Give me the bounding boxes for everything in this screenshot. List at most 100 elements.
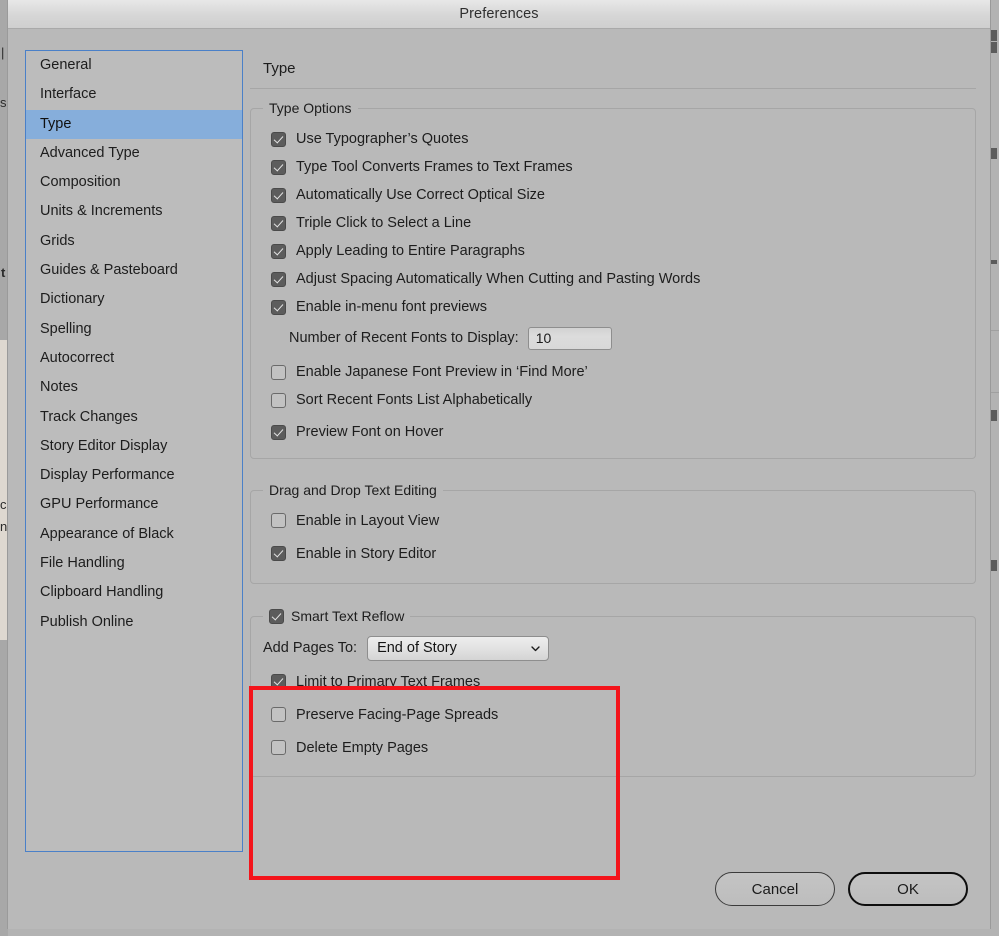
drag-drop-content: Enable in Layout View Enable in Story Edi… bbox=[251, 491, 975, 583]
smart-text-reflow-legend[interactable]: Smart Text Reflow bbox=[263, 608, 411, 624]
dialog-titlebar: Preferences bbox=[8, 0, 990, 29]
type-option-extra-checkbox-1[interactable] bbox=[271, 392, 286, 408]
background-marker bbox=[991, 260, 997, 264]
sidebar-item-clipboard-handling[interactable]: Clipboard Handling bbox=[26, 578, 242, 607]
chevron-down-icon bbox=[531, 645, 540, 651]
background-text-fragment: s bbox=[0, 95, 7, 110]
background-marker bbox=[991, 148, 997, 159]
dialog-body: General Interface Type Advanced Type Composi… bbox=[8, 29, 990, 929]
sidebar-item-type[interactable]: Type bbox=[26, 109, 242, 139]
sidebar-item-autocorrect[interactable]: Autocorrect bbox=[26, 344, 242, 373]
sidebar-item-general[interactable]: General bbox=[26, 51, 242, 80]
add-pages-row: Add Pages To: End of Story bbox=[251, 631, 975, 665]
type-option-checkbox-1[interactable] bbox=[271, 159, 286, 175]
type-option-extra-row[interactable]: Enable Japanese Font Preview in ‘Find Mo… bbox=[251, 358, 975, 386]
type-option-row[interactable]: Triple Click to Select a Line bbox=[251, 209, 975, 237]
preferences-dialog: Preferences General Interface Type Advanced… bbox=[8, 0, 990, 929]
background-marker bbox=[991, 42, 997, 53]
add-pages-selected-value: End of Story bbox=[377, 640, 457, 656]
sidebar-item-grids[interactable]: Grids bbox=[26, 227, 242, 256]
smart-text-reflow-content: Add Pages To: End of Story Limit to Primar… bbox=[251, 617, 975, 776]
recent-fonts-input[interactable]: 10 bbox=[527, 326, 612, 350]
type-option-label: Use Typographer’s Quotes bbox=[296, 131, 469, 147]
smart-reflow-option-label: Limit to Primary Text Frames bbox=[296, 673, 481, 690]
title-divider bbox=[250, 88, 976, 89]
sidebar-item-guides-pasteboard[interactable]: Guides & Pasteboard bbox=[26, 256, 242, 285]
dialog-footer: Cancel OK bbox=[715, 872, 968, 906]
sidebar-item-advanced-type[interactable]: Advanced Type bbox=[26, 139, 242, 168]
sidebar-item-gpu-performance[interactable]: GPU Performance bbox=[26, 490, 242, 519]
type-options-content: Use Typographer’s Quotes Type Tool Conver… bbox=[251, 109, 975, 458]
smart-text-reflow-group: Smart Text Reflow Add Pages To: End of St… bbox=[250, 608, 976, 777]
sidebar-item-spelling[interactable]: Spelling bbox=[26, 315, 242, 344]
smart-reflow-option-row[interactable]: Delete Empty Pages bbox=[251, 731, 975, 764]
smart-reflow-option-row[interactable]: Limit to Primary Text Frames bbox=[251, 665, 975, 698]
drag-drop-option-checkbox-1[interactable] bbox=[271, 546, 286, 561]
type-option-extra-row[interactable]: Preview Font on Hover bbox=[251, 418, 975, 446]
background-marker bbox=[991, 560, 997, 571]
type-options-legend-label: Type Options bbox=[269, 100, 352, 116]
drag-drop-option-label: Enable in Story Editor bbox=[296, 545, 437, 562]
recent-fonts-row: Number of Recent Fonts to Display: 10 bbox=[251, 321, 975, 355]
type-option-row[interactable]: Apply Leading to Entire Paragraphs bbox=[251, 237, 975, 265]
type-option-extra-checkbox-0[interactable] bbox=[271, 364, 286, 380]
dialog-title: Preferences bbox=[459, 6, 539, 22]
preferences-pane: Type Type Options Use Typographer’s Quot… bbox=[248, 50, 976, 777]
drag-drop-option-row[interactable]: Enable in Layout View bbox=[251, 504, 975, 537]
sidebar-item-publish-online[interactable]: Publish Online bbox=[26, 608, 242, 637]
type-option-extra-checkbox-2[interactable] bbox=[271, 424, 286, 440]
type-option-label: Apply Leading to Entire Paragraphs bbox=[296, 243, 525, 259]
type-option-label: Type Tool Converts Frames to Text Frames bbox=[296, 159, 573, 175]
add-pages-select[interactable]: End of Story bbox=[367, 635, 550, 661]
drag-drop-option-row[interactable]: Enable in Story Editor bbox=[251, 537, 975, 570]
background-marker bbox=[991, 30, 997, 41]
ok-button[interactable]: OK bbox=[848, 872, 968, 906]
type-option-checkbox-3[interactable] bbox=[271, 215, 286, 231]
smart-text-reflow-checkbox[interactable] bbox=[269, 608, 284, 624]
type-option-extra-row[interactable]: Sort Recent Fonts List Alphabetically bbox=[251, 386, 975, 414]
preferences-category-list[interactable]: General Interface Type Advanced Type Composi… bbox=[25, 50, 243, 852]
smart-reflow-option-label: Delete Empty Pages bbox=[296, 739, 429, 756]
drag-drop-legend: Drag and Drop Text Editing bbox=[263, 482, 443, 498]
sidebar-item-display-performance[interactable]: Display Performance bbox=[26, 461, 242, 490]
sidebar-item-composition[interactable]: Composition bbox=[26, 168, 242, 197]
background-text-fragment: c bbox=[0, 497, 7, 512]
smart-reflow-option-checkbox-0[interactable] bbox=[271, 674, 286, 689]
smart-reflow-option-checkbox-2[interactable] bbox=[271, 740, 286, 755]
smart-text-reflow-legend-label: Smart Text Reflow bbox=[291, 608, 405, 624]
smart-reflow-option-checkbox-1[interactable] bbox=[271, 707, 286, 722]
type-option-checkbox-2[interactable] bbox=[271, 187, 286, 203]
type-option-row[interactable]: Use Typographer’s Quotes bbox=[251, 125, 975, 153]
background-marker bbox=[991, 410, 997, 421]
sidebar-item-track-changes[interactable]: Track Changes bbox=[26, 403, 242, 432]
type-option-checkbox-6[interactable] bbox=[271, 299, 286, 315]
smart-reflow-option-label: Preserve Facing-Page Spreads bbox=[296, 706, 499, 723]
sidebar-item-interface[interactable]: Interface bbox=[26, 80, 242, 109]
drag-drop-option-checkbox-0[interactable] bbox=[271, 513, 286, 528]
type-option-label: Triple Click to Select a Line bbox=[296, 215, 472, 231]
sidebar-item-units-increments[interactable]: Units & Increments bbox=[26, 197, 242, 226]
type-options-group: Type Options Use Typographer’s Quotes Typ… bbox=[250, 100, 976, 459]
sidebar-item-dictionary[interactable]: Dictionary bbox=[26, 285, 242, 314]
type-options-legend: Type Options bbox=[263, 100, 358, 116]
type-option-row[interactable]: Automatically Use Correct Optical Size bbox=[251, 181, 975, 209]
type-option-checkbox-0[interactable] bbox=[271, 131, 286, 147]
smart-reflow-option-row[interactable]: Preserve Facing-Page Spreads bbox=[251, 698, 975, 731]
type-option-label: Enable in-menu font previews bbox=[296, 299, 488, 315]
sidebar-item-notes[interactable]: Notes bbox=[26, 373, 242, 402]
type-option-label: Automatically Use Correct Optical Size bbox=[296, 187, 545, 203]
type-option-row[interactable]: Type Tool Converts Frames to Text Frames bbox=[251, 153, 975, 181]
type-option-checkbox-5[interactable] bbox=[271, 271, 286, 287]
background-text-fragment: t bbox=[1, 265, 6, 280]
page-title: Type bbox=[263, 60, 296, 77]
sidebar-item-file-handling[interactable]: File Handling bbox=[26, 549, 242, 578]
cancel-button[interactable]: Cancel bbox=[715, 872, 835, 906]
type-option-row[interactable]: Adjust Spacing Automatically When Cuttin… bbox=[251, 265, 975, 293]
drag-drop-group: Drag and Drop Text Editing Enable in Lay… bbox=[250, 482, 976, 584]
sidebar-item-appearance-of-black[interactable]: Appearance of Black bbox=[26, 520, 242, 549]
add-pages-label: Add Pages To: bbox=[263, 640, 358, 656]
sidebar-item-story-editor-display[interactable]: Story Editor Display bbox=[26, 432, 242, 461]
type-option-row[interactable]: Enable in-menu font previews bbox=[251, 293, 975, 321]
type-option-checkbox-4[interactable] bbox=[271, 243, 286, 259]
drag-drop-option-label: Enable in Layout View bbox=[296, 512, 440, 529]
